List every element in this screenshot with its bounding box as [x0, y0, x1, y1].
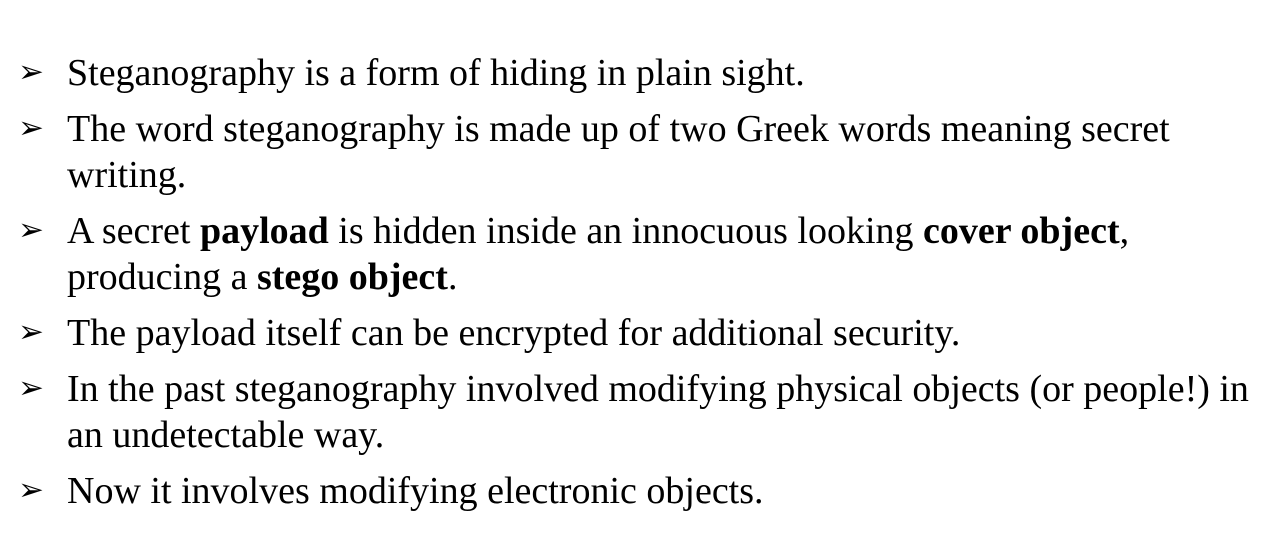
bullet-list: ➢ Steganography is a form of hiding in p… [18, 50, 1258, 524]
arrowhead-bullet-icon: ➢ [18, 472, 44, 508]
bullet-text: Steganography is a form of hiding in pla… [67, 52, 805, 94]
arrowhead-bullet-icon: ➢ [18, 54, 44, 90]
bullet-text: A secret payload is hidden inside an inn… [67, 210, 1130, 298]
bullet-text: In the past steganography involved modif… [67, 368, 1249, 456]
arrowhead-bullet-icon: ➢ [18, 314, 44, 350]
emphasis-payload: payload [199, 210, 329, 252]
bullet-item-3: ➢ A secret payload is hidden inside an i… [18, 208, 1258, 300]
bullet-item-1: ➢ Steganography is a form of hiding in p… [18, 50, 1258, 96]
bullet-item-6: ➢ Now it involves modifying electronic o… [18, 468, 1258, 514]
bullet-item-2: ➢ The word steganography is made up of t… [18, 106, 1258, 198]
arrowhead-bullet-icon: ➢ [18, 212, 44, 248]
bullet-text: The word steganography is made up of two… [67, 108, 1170, 196]
emphasis-cover-object: cover object [923, 210, 1120, 252]
slide-page: ➢ Steganography is a form of hiding in p… [0, 0, 1279, 541]
bullet-text: Now it involves modifying electronic obj… [67, 470, 764, 512]
arrowhead-bullet-icon: ➢ [18, 110, 44, 146]
emphasis-stego-object: stego object [256, 256, 448, 298]
arrowhead-bullet-icon: ➢ [18, 370, 44, 406]
bullet-item-4: ➢ The payload itself can be encrypted fo… [18, 310, 1258, 356]
bullet-text: The payload itself can be encrypted for … [67, 312, 961, 354]
bullet-item-5: ➢ In the past steganography involved mod… [18, 366, 1258, 458]
